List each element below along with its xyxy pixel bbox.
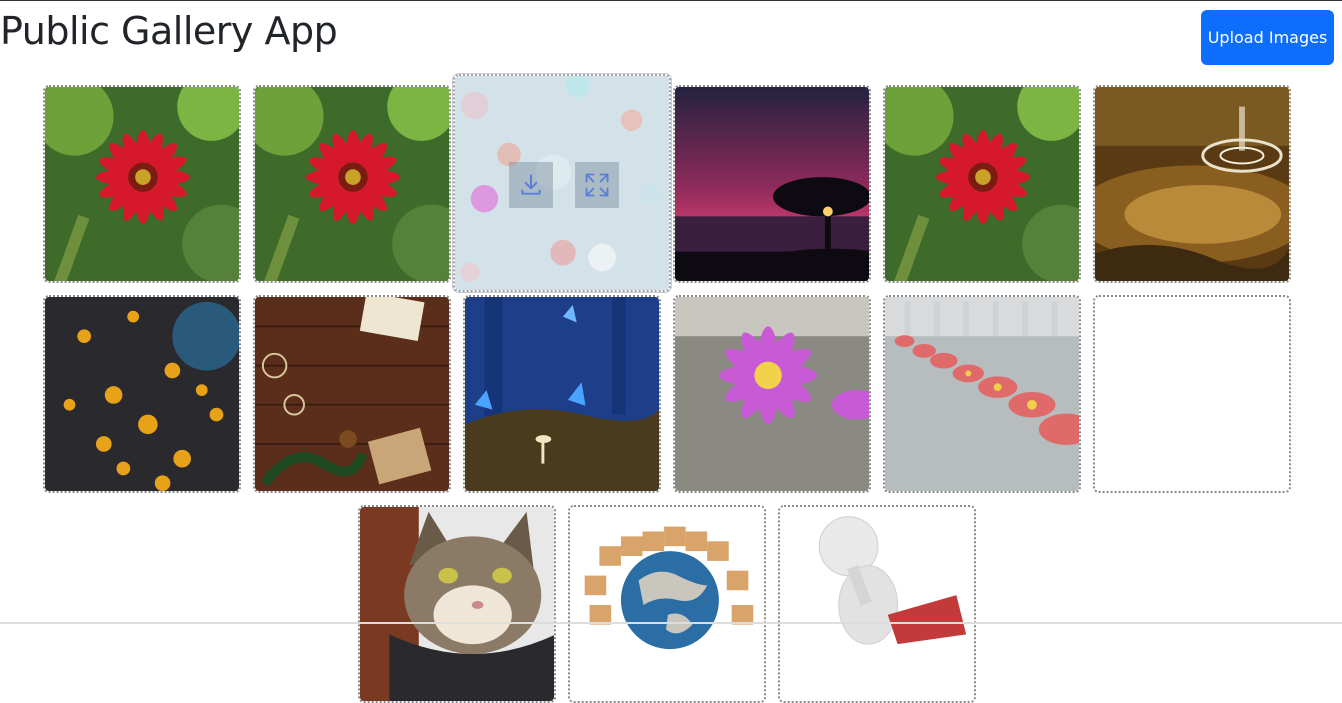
water-lily-image	[675, 297, 869, 491]
tree-sunset-image	[675, 87, 869, 281]
gallery-image-blue-butterflies[interactable]	[463, 295, 661, 493]
gallery-image-tabby-cat[interactable]	[358, 505, 556, 703]
gallery-image-red-flower[interactable]	[43, 85, 241, 283]
tabby-cat-image	[360, 507, 554, 701]
expand-icon	[585, 173, 609, 197]
gallery-image-water-lily[interactable]	[673, 295, 871, 493]
hover-overlay	[455, 76, 669, 290]
christmas-wood-image	[255, 297, 449, 491]
water-splash-image	[1095, 87, 1289, 281]
expand-button[interactable]	[575, 162, 619, 208]
gallery-image-water-splash[interactable]	[1093, 85, 1291, 283]
thinking-figure-image	[780, 507, 974, 701]
gallery-image-flowers-marble[interactable]	[883, 295, 1081, 493]
download-button[interactable]	[509, 162, 553, 208]
download-icon	[521, 174, 541, 195]
gallery-image-empty[interactable]	[1093, 295, 1291, 493]
gallery-image-red-flower[interactable]	[883, 85, 1081, 283]
red-flower-image	[255, 87, 449, 281]
image-gallery	[0, 1, 1342, 703]
red-flower-image	[885, 87, 1079, 281]
gallery-image-golden-bokeh[interactable]	[43, 295, 241, 493]
golden-bokeh-image	[45, 297, 239, 491]
globe-boxes-image	[570, 507, 764, 701]
gallery-image-bokeh-hovered[interactable]	[453, 74, 671, 292]
gallery-image-red-flower[interactable]	[253, 85, 451, 283]
gallery-image-christmas-wood[interactable]	[253, 295, 451, 493]
blue-butterflies-image	[465, 297, 659, 491]
gallery-image-thinking-figure[interactable]	[778, 505, 976, 703]
viewport-bottom-divider	[0, 622, 1342, 624]
red-flower-image	[45, 87, 239, 281]
flowers-marble-image	[885, 297, 1079, 491]
gallery-image-globe-boxes[interactable]	[568, 505, 766, 703]
gallery-image-tree-sunset[interactable]	[673, 85, 871, 283]
